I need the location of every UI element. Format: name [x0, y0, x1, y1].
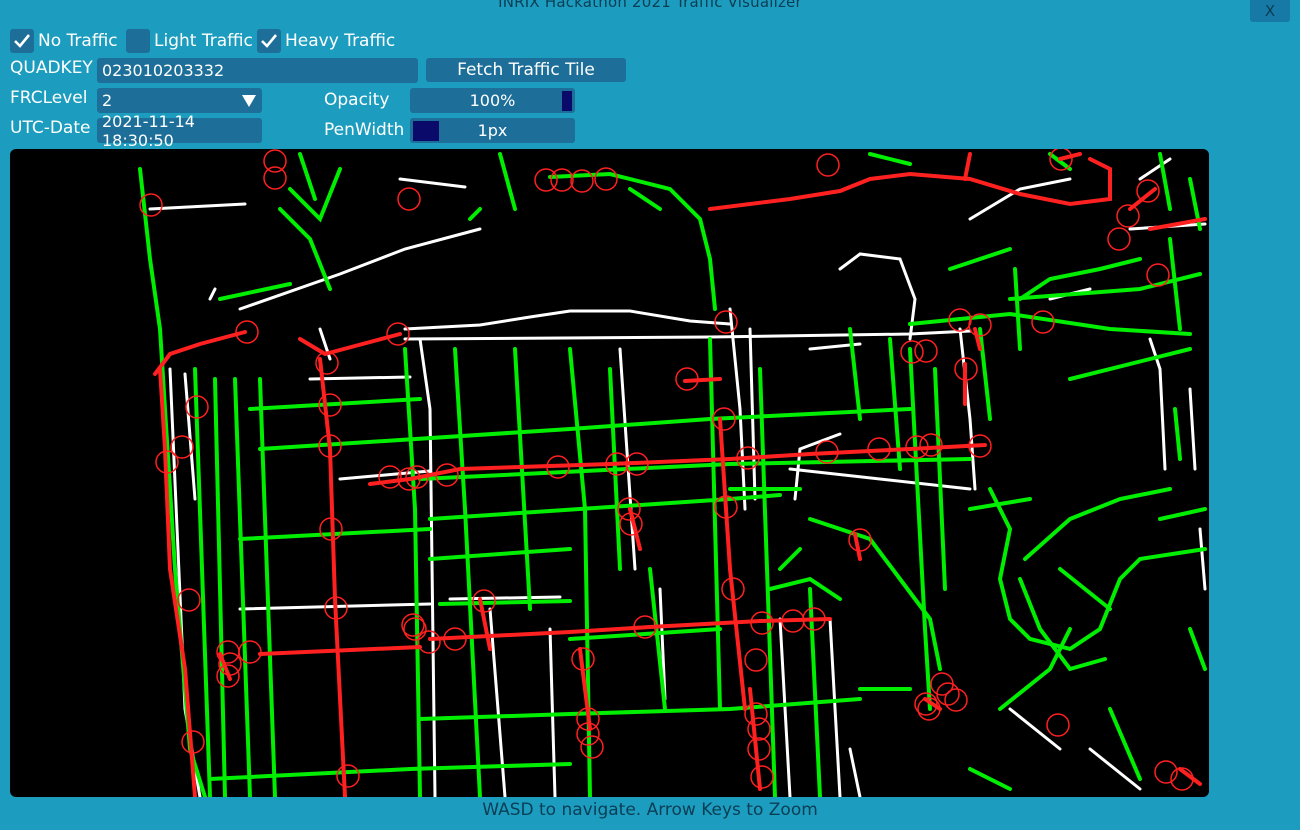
pen-width-label: PenWidth	[324, 120, 405, 140]
opacity-slider-thumb[interactable]	[562, 91, 572, 111]
pen-width-slider-thumb[interactable]	[413, 121, 439, 141]
no-traffic-label: No Traffic	[38, 31, 118, 51]
frc-level-value: 2	[102, 91, 113, 110]
traffic-map-canvas	[138, 149, 1207, 797]
navigation-hint: WASD to navigate. Arrow Keys to Zoom	[482, 800, 818, 820]
opacity-label: Opacity	[324, 90, 390, 110]
fetch-traffic-tile-button[interactable]: Fetch Traffic Tile	[426, 58, 626, 82]
checkmark-icon	[257, 29, 281, 53]
utc-date-label: UTC-Date	[10, 118, 91, 138]
quadkey-input[interactable]: 023010203332	[97, 58, 418, 83]
light-traffic-roads	[138, 152, 1207, 797]
pen-width-slider[interactable]: 1px	[410, 118, 575, 143]
incident-markers	[139, 149, 1194, 791]
frc-level-label: FRCLevel	[10, 88, 88, 108]
unchecked-box-icon	[126, 29, 150, 53]
light-traffic-checkbox[interactable]: Light Traffic	[126, 28, 253, 54]
close-button[interactable]: X	[1250, 0, 1290, 22]
checkmark-icon	[10, 29, 34, 53]
light-traffic-label: Light Traffic	[154, 31, 253, 51]
traffic-map[interactable]	[10, 149, 1209, 797]
chevron-down-icon	[239, 91, 259, 111]
heavy-traffic-checkbox[interactable]: Heavy Traffic	[257, 28, 395, 54]
quadkey-label: QUADKEY	[10, 58, 93, 78]
window-title: INRIX Hackathon 2021 Traffic Visualizer	[498, 0, 802, 11]
pen-width-value: 1px	[477, 121, 508, 140]
no-traffic-roads	[148, 157, 1207, 797]
utc-date-input[interactable]: 2021-11-14 18:30:50	[97, 112, 262, 150]
opacity-value: 100%	[469, 91, 516, 110]
heavy-traffic-label: Heavy Traffic	[285, 31, 396, 51]
no-traffic-checkbox[interactable]: No Traffic	[10, 28, 118, 54]
opacity-slider[interactable]: 100%	[410, 88, 575, 113]
frc-level-dropdown[interactable]: 2	[97, 88, 262, 113]
